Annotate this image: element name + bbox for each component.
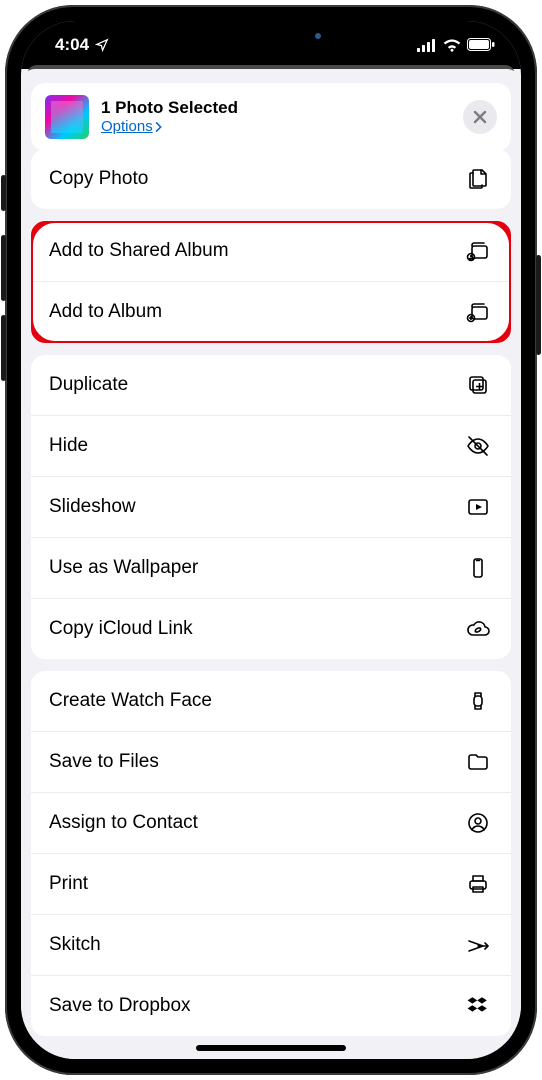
wifi-icon bbox=[443, 38, 461, 52]
printer-icon bbox=[463, 871, 493, 897]
home-indicator[interactable] bbox=[196, 1045, 346, 1051]
action-skitch[interactable]: Skitch bbox=[31, 915, 511, 976]
action-add-shared-album[interactable]: Add to Shared Album bbox=[31, 221, 511, 282]
dropbox-icon bbox=[463, 993, 493, 1019]
share-sheet: 1 Photo Selected Options Copy Photo Add t… bbox=[21, 69, 521, 1059]
action-label: Copy iCloud Link bbox=[49, 618, 193, 640]
action-slideshow[interactable]: Slideshow bbox=[31, 477, 511, 538]
selection-title: 1 Photo Selected bbox=[101, 98, 451, 118]
action-save-files[interactable]: Save to Files bbox=[31, 732, 511, 793]
action-label: Add to Shared Album bbox=[49, 240, 229, 262]
action-print[interactable]: Print bbox=[31, 854, 511, 915]
options-link[interactable]: Options bbox=[101, 118, 163, 135]
action-copy-photo[interactable]: Copy Photo bbox=[31, 149, 511, 209]
action-label: Assign to Contact bbox=[49, 812, 198, 834]
action-label: Hide bbox=[49, 435, 88, 457]
photo-thumbnail[interactable] bbox=[45, 95, 89, 139]
location-icon bbox=[95, 38, 109, 52]
action-watch-face[interactable]: Create Watch Face bbox=[31, 671, 511, 732]
battery-icon bbox=[467, 38, 495, 52]
signal-icon bbox=[417, 39, 437, 52]
action-label: Create Watch Face bbox=[49, 690, 212, 712]
action-label: Skitch bbox=[49, 934, 101, 956]
action-label: Use as Wallpaper bbox=[49, 557, 198, 579]
action-hide[interactable]: Hide bbox=[31, 416, 511, 477]
shared-album-icon bbox=[463, 238, 493, 264]
close-icon bbox=[473, 110, 487, 124]
time-label: 4:04 bbox=[55, 35, 89, 55]
options-label: Options bbox=[101, 118, 153, 135]
action-add-album[interactable]: Add to Album bbox=[31, 282, 511, 343]
status-time: 4:04 bbox=[55, 35, 109, 55]
action-assign-contact[interactable]: Assign to Contact bbox=[31, 793, 511, 854]
action-group: Add to Shared Album Add to Album bbox=[31, 221, 511, 343]
play-icon bbox=[463, 494, 493, 520]
watch-icon bbox=[463, 688, 493, 714]
action-label: Print bbox=[49, 873, 88, 895]
copy-icon bbox=[463, 166, 493, 192]
share-header: 1 Photo Selected Options bbox=[31, 83, 511, 151]
add-album-icon bbox=[463, 299, 493, 325]
screen: 4:04 1 Photo Selected Options bbox=[21, 21, 521, 1059]
action-duplicate[interactable]: Duplicate bbox=[31, 355, 511, 416]
action-label: Add to Album bbox=[49, 301, 162, 323]
action-dropbox[interactable]: Save to Dropbox bbox=[31, 976, 511, 1036]
phone-frame: 4:04 1 Photo Selected Options bbox=[5, 5, 537, 1075]
chevron-right-icon bbox=[155, 122, 163, 132]
skitch-icon bbox=[463, 932, 493, 958]
phone-icon bbox=[463, 555, 493, 581]
action-label: Copy Photo bbox=[49, 168, 148, 190]
contact-icon bbox=[463, 810, 493, 836]
action-label: Save to Dropbox bbox=[49, 995, 191, 1017]
action-group: Duplicate Hide Slideshow Use as Wallpaper Co… bbox=[31, 355, 511, 659]
folder-icon bbox=[463, 749, 493, 775]
action-group: Create Watch Face Save to Files Assign to … bbox=[31, 671, 511, 1036]
action-icloud-link[interactable]: Copy iCloud Link bbox=[31, 599, 511, 659]
action-group: Copy Photo bbox=[31, 149, 511, 209]
action-label: Save to Files bbox=[49, 751, 159, 773]
notch bbox=[166, 21, 376, 51]
close-button[interactable] bbox=[463, 100, 497, 134]
action-label: Duplicate bbox=[49, 374, 128, 396]
action-label: Slideshow bbox=[49, 496, 136, 518]
duplicate-icon bbox=[463, 372, 493, 398]
cloud-link-icon bbox=[463, 616, 493, 642]
action-wallpaper[interactable]: Use as Wallpaper bbox=[31, 538, 511, 599]
status-icons bbox=[417, 38, 495, 52]
eye-off-icon bbox=[463, 433, 493, 459]
